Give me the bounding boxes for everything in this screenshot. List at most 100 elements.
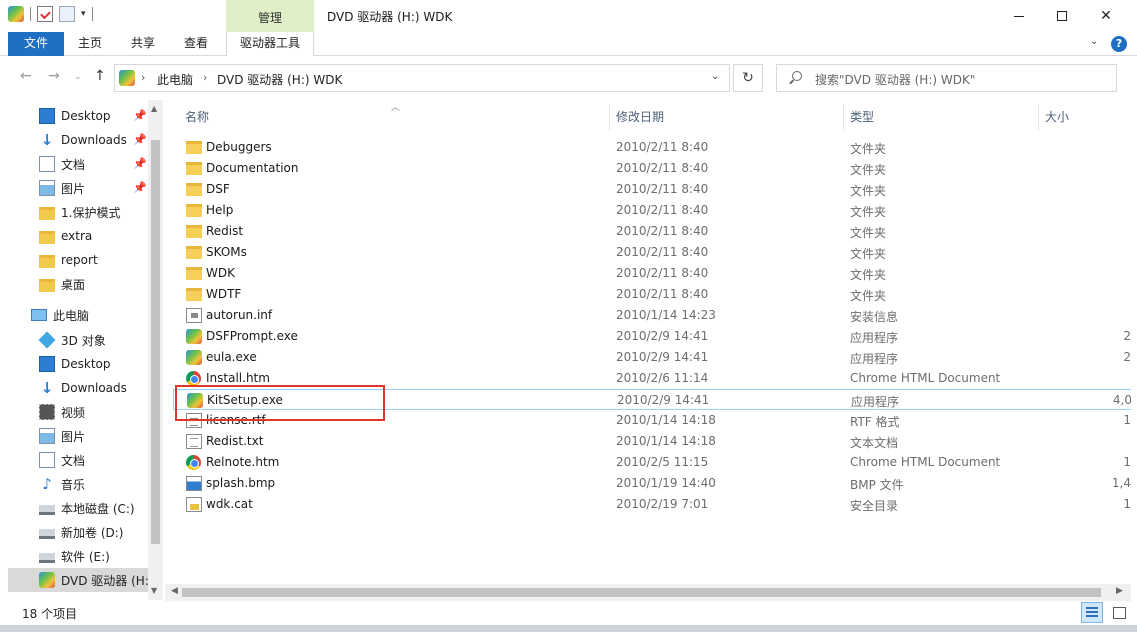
sidebar-item-drive-d[interactable]: 新加卷 (D:) bbox=[8, 520, 148, 544]
help-icon[interactable]: ? bbox=[1111, 36, 1127, 52]
manage-context-tab-header[interactable]: 管理 bbox=[226, 0, 314, 32]
table-row[interactable]: Debuggers 2010/2/11 8:40 文件夹 bbox=[173, 137, 1131, 158]
file-list-horizontal-scrollbar[interactable]: ◀ ▶ bbox=[165, 584, 1131, 601]
forward-button[interactable]: → bbox=[48, 68, 60, 84]
breadcrumb-dvd-drive[interactable]: DVD 驱动器 (H:) WDK bbox=[217, 71, 342, 88]
table-row[interactable]: DSFPrompt.exe 2010/2/9 14:41 应用程序 2 bbox=[173, 326, 1131, 347]
table-row[interactable]: autorun.inf 2010/1/14 14:23 安装信息 bbox=[173, 305, 1131, 326]
sidebar-item-dvd-drive[interactable]: DVD 驱动器 (H: bbox=[8, 568, 149, 592]
scroll-down-icon[interactable]: ▼ bbox=[151, 586, 157, 595]
quick-access-toolbar: ▾ bbox=[8, 6, 93, 22]
exe-file-icon bbox=[186, 329, 202, 344]
file-modified-date: 2010/2/9 14:41 bbox=[617, 393, 710, 407]
column-header-date[interactable]: 修改日期 bbox=[616, 100, 664, 130]
table-row[interactable]: DSF 2010/2/11 8:40 文件夹 bbox=[173, 179, 1131, 200]
table-row[interactable]: WDK 2010/2/11 8:40 文件夹 bbox=[173, 263, 1131, 284]
file-modified-date: 2010/2/11 8:40 bbox=[616, 245, 709, 259]
sidebar-item-folder-extra[interactable]: extra bbox=[8, 224, 148, 248]
scroll-left-icon[interactable]: ◀ bbox=[171, 586, 178, 596]
tab-view[interactable]: 查看 bbox=[172, 32, 220, 56]
sidebar-item-desktop-pc[interactable]: Desktop bbox=[8, 352, 148, 376]
table-row[interactable]: wdk.cat 2010/2/19 7:01 安全目录 1 bbox=[173, 494, 1131, 515]
file-size: 1 bbox=[1123, 497, 1131, 511]
file-type: 安装信息 bbox=[850, 310, 899, 324]
tab-drive-tools[interactable]: 驱动器工具 bbox=[226, 32, 314, 56]
desktop-icon bbox=[39, 356, 55, 372]
sidebar-item-folder-report[interactable]: report bbox=[8, 248, 148, 272]
file-type: Chrome HTML Document bbox=[850, 371, 1001, 385]
table-row[interactable]: Relnote.htm 2010/2/5 11:15 Chrome HTML Doc… bbox=[173, 452, 1131, 473]
refresh-button[interactable]: ↻ bbox=[733, 64, 763, 92]
document-icon bbox=[39, 452, 55, 468]
table-row[interactable]: Redist 2010/2/11 8:40 文件夹 bbox=[173, 221, 1131, 242]
sidebar-item-label: Downloads bbox=[61, 381, 127, 395]
sidebar-item-downloads[interactable]: ↓ Downloads 📌 bbox=[8, 128, 148, 152]
close-button[interactable]: ✕ bbox=[1083, 0, 1129, 32]
properties-icon[interactable] bbox=[37, 6, 53, 22]
inf-file-icon bbox=[186, 308, 202, 323]
pin-icon: 📌 bbox=[133, 181, 147, 194]
sidebar-item-3d-objects[interactable]: 3D 对象 bbox=[8, 328, 148, 352]
column-divider[interactable] bbox=[1038, 104, 1039, 130]
up-button[interactable]: ↑ bbox=[94, 68, 106, 84]
address-bar[interactable]: › 此电脑 › DVD 驱动器 (H:) WDK ⌄ bbox=[114, 64, 730, 92]
computer-icon bbox=[31, 309, 47, 321]
sidebar-item-folder-desktop[interactable]: 桌面 bbox=[8, 272, 148, 296]
expand-ribbon-icon[interactable]: ⌄ bbox=[1090, 36, 1098, 47]
address-dropdown-icon[interactable]: ⌄ bbox=[711, 71, 719, 82]
table-row[interactable]: Documentation 2010/2/11 8:40 文件夹 bbox=[173, 158, 1131, 179]
file-type: RTF 格式 bbox=[850, 415, 900, 429]
column-divider[interactable] bbox=[843, 104, 844, 130]
breadcrumb-separator[interactable]: › bbox=[141, 71, 145, 84]
chrome-html-icon bbox=[186, 371, 201, 386]
sidebar-item-downloads-pc[interactable]: ↓ Downloads bbox=[8, 376, 148, 400]
details-view-button[interactable] bbox=[1081, 602, 1103, 623]
maximize-button[interactable] bbox=[1039, 0, 1085, 32]
sidebar-item-pictures-pc[interactable]: 图片 bbox=[8, 424, 148, 448]
horizontal-scroll-thumb[interactable] bbox=[182, 588, 1101, 597]
large-icons-view-button[interactable] bbox=[1108, 602, 1130, 623]
file-modified-date: 2010/2/9 14:41 bbox=[616, 329, 709, 343]
column-header-name[interactable]: 名称 bbox=[185, 100, 209, 130]
tab-file[interactable]: 文件 bbox=[8, 32, 64, 56]
sidebar-item-label: 此电脑 bbox=[53, 308, 90, 323]
sidebar-item-documents-pc[interactable]: 文档 bbox=[8, 448, 148, 472]
sidebar-scrollbar[interactable]: ▲ ▼ bbox=[148, 100, 163, 600]
sidebar-item-this-pc[interactable]: 此电脑 bbox=[8, 303, 148, 327]
recent-locations-button[interactable]: ⌄ bbox=[74, 72, 82, 82]
back-button[interactable]: ← bbox=[20, 68, 32, 84]
scroll-right-icon[interactable]: ▶ bbox=[1116, 586, 1123, 596]
scroll-up-icon[interactable]: ▲ bbox=[151, 104, 157, 113]
sidebar-item-folder-protect-mode[interactable]: 1.保护模式 bbox=[8, 200, 148, 224]
tab-share[interactable]: 共享 bbox=[118, 32, 168, 56]
sidebar-item-videos[interactable]: 视频 bbox=[8, 400, 148, 424]
dvd-drive-icon[interactable] bbox=[8, 6, 24, 22]
sidebar-item-drive-e[interactable]: 软件 (E:) bbox=[8, 544, 148, 568]
search-input[interactable]: 搜索"DVD 驱动器 (H:) WDK" bbox=[815, 71, 975, 88]
table-row[interactable]: Redist.txt 2010/1/14 14:18 文本文档 bbox=[173, 431, 1131, 452]
table-row[interactable]: Help 2010/2/11 8:40 文件夹 bbox=[173, 200, 1131, 221]
sidebar-item-pictures[interactable]: 图片 📌 bbox=[8, 176, 148, 200]
customize-toolbar-button[interactable]: ▾ bbox=[81, 9, 86, 19]
table-row[interactable]: splash.bmp 2010/1/19 14:40 BMP 文件 1,4 bbox=[173, 473, 1131, 494]
column-header-type[interactable]: 类型 bbox=[850, 100, 874, 130]
column-header-size[interactable]: 大小 bbox=[1045, 100, 1069, 130]
minimize-button[interactable] bbox=[996, 0, 1042, 32]
sidebar-item-documents[interactable]: 文档 📌 bbox=[8, 152, 148, 176]
sidebar-item-desktop[interactable]: Desktop 📌 bbox=[8, 104, 148, 128]
title-bar: ▾ 管理 DVD 驱动器 (H:) WDK ✕ bbox=[0, 0, 1137, 32]
sidebar-item-drive-c[interactable]: 本地磁盘 (C:) bbox=[8, 496, 148, 520]
breadcrumb-separator[interactable]: › bbox=[203, 71, 207, 84]
table-row[interactable]: eula.exe 2010/2/9 14:41 应用程序 2 bbox=[173, 347, 1131, 368]
table-row[interactable]: WDTF 2010/2/11 8:40 文件夹 bbox=[173, 284, 1131, 305]
folder-icon bbox=[186, 267, 202, 280]
search-box[interactable]: 搜索"DVD 驱动器 (H:) WDK" bbox=[776, 64, 1117, 92]
file-name: SKOMs bbox=[206, 245, 247, 259]
sidebar-scroll-thumb[interactable] bbox=[151, 140, 160, 544]
breadcrumb-this-pc[interactable]: 此电脑 bbox=[157, 71, 193, 88]
column-divider[interactable] bbox=[609, 104, 610, 130]
tab-home[interactable]: 主页 bbox=[66, 32, 114, 56]
table-row[interactable]: SKOMs 2010/2/11 8:40 文件夹 bbox=[173, 242, 1131, 263]
sidebar-item-music[interactable]: ♪ 音乐 bbox=[8, 472, 148, 496]
new-folder-icon[interactable] bbox=[59, 6, 75, 22]
